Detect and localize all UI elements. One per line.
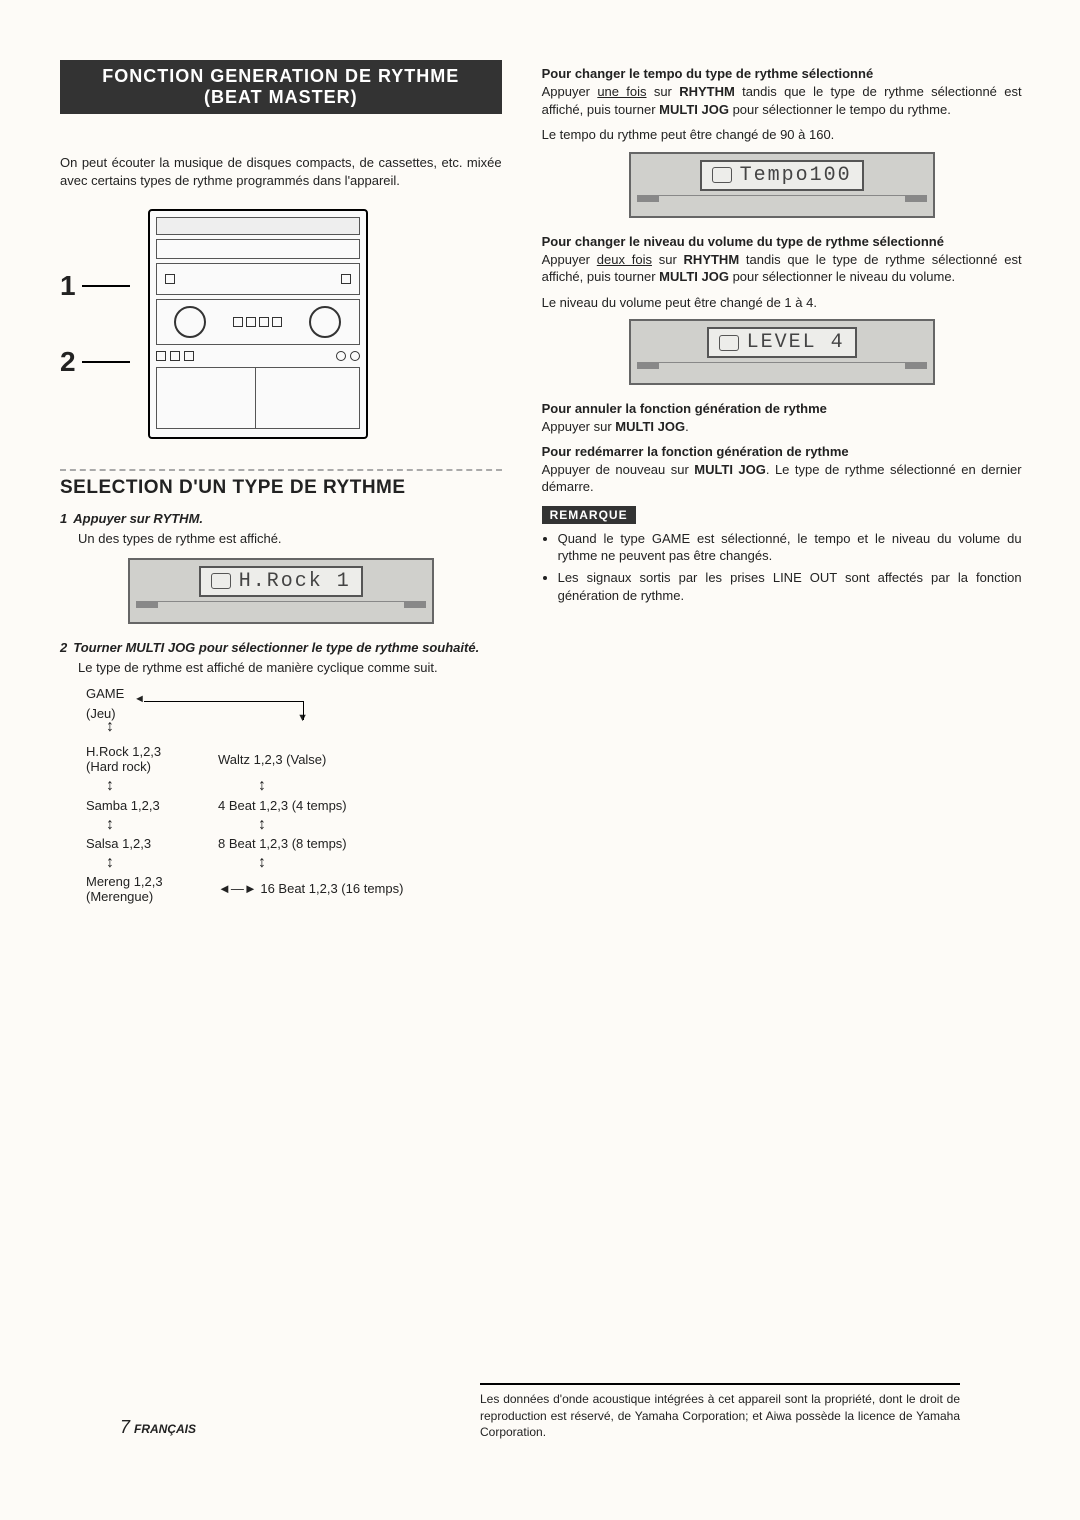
lcd-text-hrock: H.Rock 1: [239, 570, 351, 593]
stereo-illustration: 1 2: [60, 209, 502, 439]
step-2-number: 2: [60, 640, 67, 655]
lcd-text-tempo: Tempo100: [740, 164, 852, 187]
disc-icon: [719, 335, 739, 351]
step-1-number: 1: [60, 511, 67, 526]
copyright-footnote: Les données d'onde acoustique intégrées …: [480, 1383, 960, 1440]
tempo-subhead: Pour changer le tempo du type de rythme …: [542, 66, 1022, 81]
remarks-list: Quand le type GAME est sélectionné, le t…: [558, 530, 1022, 604]
lcd-display-tempo: Tempo100: [629, 152, 935, 218]
restart-body: Appuyer de nouveau sur MULTI JOG. Le typ…: [542, 461, 1022, 496]
tempo-paragraph-2: Le tempo du rythme peut être changé de 9…: [542, 126, 1022, 144]
step-2-title: Tourner MULTI JOG pour sélectionner le t…: [73, 640, 479, 655]
step-1-body: Un des types de rythme est affiché.: [78, 530, 502, 548]
remark-item-2: Les signaux sortis par les prises LINE O…: [558, 569, 1022, 604]
step-2-body: Le type de rythme est affiché de manière…: [78, 659, 502, 677]
lcd-text-level: LEVEL 4: [747, 331, 845, 354]
section-banner: FONCTION GENERATION DE RYTHME (BEAT MAST…: [60, 60, 502, 114]
step-1: 1 Appuyer sur RYTHM. Un des types de ryt…: [60, 511, 502, 548]
cancel-subhead: Pour annuler la fonction génération de r…: [542, 401, 1022, 416]
intro-paragraph: On peut écouter la musique de disques co…: [60, 154, 502, 189]
volume-subhead: Pour changer le niveau du volume du type…: [542, 234, 1022, 249]
callout-2: 2: [60, 346, 76, 378]
step-1-title: Appuyer sur RYTHM.: [73, 511, 203, 526]
disc-icon: [211, 573, 231, 589]
section-title: SELECTION D'UN TYPE DE RYTHME: [60, 477, 502, 499]
volume-paragraph-1: Appuyer deux fois sur RHYTHM tandis que …: [542, 251, 1022, 286]
remark-tag: REMARQUE: [542, 506, 636, 524]
tempo-paragraph-1: Appuyer une fois sur RHYTHM tandis que l…: [542, 83, 1022, 118]
stereo-device-drawing: [148, 209, 368, 439]
callout-1: 1: [60, 270, 76, 302]
lcd-display-hrock: H.Rock 1: [128, 558, 434, 624]
cancel-body: Appuyer sur MULTI JOG.: [542, 418, 1022, 436]
restart-subhead: Pour redémarrer la fonction génération d…: [542, 444, 1022, 459]
disc-icon: [712, 167, 732, 183]
volume-paragraph-2: Le niveau du volume peut être changé de …: [542, 294, 1022, 312]
rhythm-cycle-diagram: GAME ▼ (Jeu) ↕ H.Rock 1,2,3(Hard rock) W…: [86, 686, 502, 904]
lcd-display-level: LEVEL 4: [629, 319, 935, 385]
remark-item-1: Quand le type GAME est sélectionné, le t…: [558, 530, 1022, 565]
page-number: 7FRANÇAIS: [120, 1417, 196, 1438]
step-2: 2 Tourner MULTI JOG pour sélectionner le…: [60, 640, 502, 677]
